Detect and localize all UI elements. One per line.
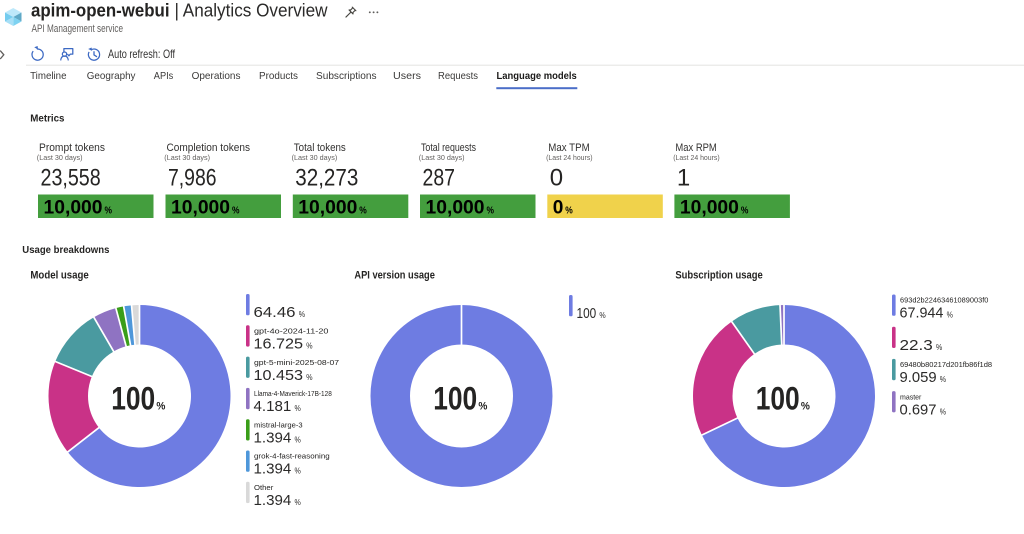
svg-text:%: % [947, 311, 953, 320]
svg-text:100: 100 [433, 380, 477, 417]
svg-text:%: % [105, 205, 113, 217]
svg-text:Language models: Language models [497, 71, 578, 82]
svg-text:Total tokens: Total tokens [294, 142, 346, 154]
svg-text:API version usage: API version usage [354, 270, 435, 282]
svg-text:Timeline: Timeline [30, 71, 67, 82]
svg-text:master: master [900, 392, 922, 401]
svg-text:Prompt tokens: Prompt tokens [39, 142, 105, 154]
svg-text:API Management service: API Management service [32, 23, 124, 35]
svg-text:gpt-4o-2024-11-20: gpt-4o-2024-11-20 [254, 327, 328, 336]
svg-text:10,000: 10,000 [171, 198, 230, 219]
svg-text:%: % [487, 205, 495, 217]
svg-text:Max RPM: Max RPM [675, 142, 716, 154]
svg-text:Products: Products [259, 71, 298, 82]
svg-text:100: 100 [111, 380, 155, 417]
svg-text:(Last 30 days): (Last 30 days) [292, 153, 338, 162]
svg-text:1.394: 1.394 [254, 430, 292, 446]
svg-text:(Last 30 days): (Last 30 days) [419, 153, 465, 162]
svg-text:7,986: 7,986 [168, 164, 217, 191]
svg-text:Subscription usage: Subscription usage [675, 270, 762, 282]
svg-text:Users: Users [393, 71, 421, 82]
svg-text:Subscriptions: Subscriptions [316, 71, 377, 82]
svg-text:%: % [741, 205, 749, 217]
svg-text:69480b80217d201fb86f1d8: 69480b80217d201fb86f1d8 [900, 360, 992, 369]
svg-text:1.394: 1.394 [254, 493, 292, 509]
svg-text:10,000: 10,000 [298, 198, 357, 219]
svg-text:%: % [565, 205, 573, 217]
svg-text:23,558: 23,558 [41, 164, 101, 191]
svg-text:Llama-4-Maverick-17B-128: Llama-4-Maverick-17B-128 [254, 389, 332, 398]
svg-text:Usage breakdowns: Usage breakdowns [22, 244, 109, 256]
svg-text:%: % [295, 404, 301, 413]
svg-text:%: % [156, 400, 165, 412]
svg-text:Completion tokens: Completion tokens [167, 142, 251, 154]
svg-text:4.181: 4.181 [254, 399, 292, 415]
svg-text:16.725: 16.725 [254, 337, 304, 353]
svg-text:287: 287 [423, 164, 456, 191]
svg-text:10,000: 10,000 [426, 198, 485, 219]
svg-text:Max TPM: Max TPM [548, 142, 589, 154]
svg-text:%: % [940, 407, 946, 416]
svg-text:1.394: 1.394 [254, 462, 292, 478]
svg-text:693d2b22463461089003f0: 693d2b22463461089003f0 [900, 296, 988, 305]
svg-text:0: 0 [550, 164, 563, 191]
svg-text:%: % [940, 375, 946, 384]
svg-text:0: 0 [553, 198, 564, 219]
svg-text:%: % [295, 435, 301, 444]
svg-text:100: 100 [756, 380, 800, 417]
svg-text:%: % [232, 205, 240, 217]
svg-text:%: % [478, 400, 487, 412]
svg-text:%: % [801, 400, 810, 412]
svg-text:10,000: 10,000 [44, 198, 103, 219]
svg-text:Requests: Requests [438, 71, 478, 82]
svg-text:(Last 24 hours): (Last 24 hours) [673, 153, 720, 162]
svg-text:(Last 30 days): (Last 30 days) [164, 153, 210, 162]
svg-text:Total requests: Total requests [421, 142, 476, 154]
svg-text:100: 100 [577, 306, 597, 322]
svg-text:APIs: APIs [154, 71, 174, 82]
svg-text:10,000: 10,000 [680, 198, 739, 219]
svg-text:%: % [599, 311, 605, 320]
svg-text:Model usage: Model usage [30, 270, 88, 282]
svg-text:32,273: 32,273 [295, 164, 358, 191]
svg-text:%: % [295, 467, 301, 476]
svg-text:(Last 30 days): (Last 30 days) [37, 153, 83, 162]
svg-text:%: % [359, 205, 367, 217]
svg-text:Operations: Operations [192, 71, 241, 82]
svg-text:| Analytics Overview: | Analytics Overview [175, 0, 329, 20]
svg-text:1: 1 [677, 164, 690, 191]
svg-text:10.453: 10.453 [254, 368, 304, 384]
svg-text:%: % [306, 342, 312, 351]
svg-text:64.46: 64.46 [254, 305, 296, 321]
svg-text:0.697: 0.697 [900, 402, 937, 418]
svg-text:grok-4-fast-reasoning: grok-4-fast-reasoning [254, 452, 330, 461]
svg-text:mistral-large-3: mistral-large-3 [254, 420, 303, 429]
svg-text:Auto refresh: Off: Auto refresh: Off [108, 48, 176, 61]
svg-text:Geography: Geography [87, 71, 137, 82]
svg-text:67.944: 67.944 [900, 306, 944, 322]
svg-text:Metrics: Metrics [30, 113, 64, 124]
svg-text:(Last 24 hours): (Last 24 hours) [546, 153, 593, 162]
svg-text:Other: Other [254, 483, 274, 492]
svg-text:22.3: 22.3 [900, 338, 933, 354]
svg-text:%: % [299, 310, 305, 319]
svg-text:apim-open-webui: apim-open-webui [31, 0, 170, 20]
svg-text:gpt-5-mini-2025-08-07: gpt-5-mini-2025-08-07 [254, 358, 339, 367]
svg-text:%: % [936, 343, 942, 352]
svg-text:%: % [295, 498, 301, 507]
svg-text:9.059: 9.059 [900, 370, 937, 386]
svg-text:%: % [306, 373, 312, 382]
